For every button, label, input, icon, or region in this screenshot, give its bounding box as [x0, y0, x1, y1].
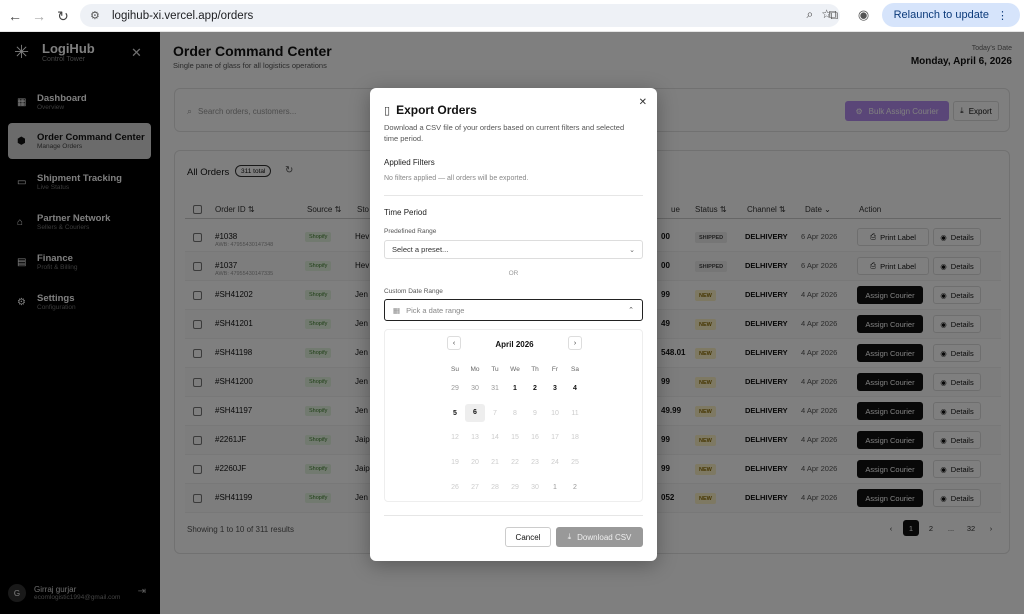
calendar-day[interactable]: 2 [565, 484, 585, 491]
calendar-day[interactable]: 4 [565, 385, 585, 392]
calendar-day[interactable]: 26 [445, 484, 465, 491]
calendar-week: 26 27 28 29 30 1 2 [445, 475, 585, 500]
preset-select[interactable]: Select a preset... ⌄ [384, 240, 643, 259]
calendar-day[interactable]: 5 [445, 410, 465, 417]
chevron-up-icon: ⌃ [628, 307, 634, 314]
calendar-day[interactable]: 30 [525, 484, 545, 491]
calendar-day[interactable]: 19 [445, 459, 465, 466]
weekday-label: Tu [491, 365, 499, 373]
calendar-day[interactable]: 25 [565, 459, 585, 466]
download-icon: ⤓ [567, 532, 572, 541]
reload-icon[interactable]: ↻ [50, 3, 76, 29]
browser-toolbar: ← → ↻ ⚙ logihub-xi.vercel.app/orders ⌕ ☆… [0, 0, 1024, 32]
calendar-day[interactable]: 28 [485, 484, 505, 491]
calendar-day[interactable]: 9 [525, 410, 545, 417]
calendar-day[interactable]: 11 [565, 410, 585, 417]
cancel-button[interactable]: Cancel [505, 527, 551, 547]
weekday-label: Mo [470, 365, 480, 373]
calendar-day[interactable]: 7 [485, 410, 505, 417]
more-menu-icon: ⋮ [997, 9, 1008, 22]
close-icon[interactable]: ✕ [639, 97, 647, 108]
calendar-day[interactable]: 27 [465, 484, 485, 491]
divider [384, 195, 643, 196]
back-icon[interactable]: ← [2, 3, 28, 29]
calendar-day[interactable]: 18 [565, 434, 585, 441]
file-icon: ▯ [384, 104, 391, 117]
date-range-placeholder: Pick a date range [406, 305, 465, 315]
calendar-day[interactable]: 13 [465, 434, 485, 441]
forward-icon[interactable]: → [26, 3, 52, 29]
weekday-label: Th [531, 365, 539, 373]
calendar-week: 29 30 31 1 2 3 4 [445, 376, 585, 401]
preset-placeholder: Select a preset... [392, 245, 449, 254]
divider [384, 515, 643, 516]
calendar-day[interactable]: 22 [505, 459, 525, 466]
calendar-day[interactable]: 31 [485, 385, 505, 392]
relaunch-button[interactable]: Relaunch to update ⋮ [881, 3, 1020, 27]
calendar-icon: ▦ [393, 305, 401, 315]
download-csv-button[interactable]: ⤓ Download CSV [556, 527, 643, 547]
custom-range-label: Custom Date Range [384, 288, 443, 295]
relaunch-label: Relaunch to update [893, 9, 989, 21]
extensions-icon[interactable]: ⧉ [822, 3, 846, 27]
applied-filters-label: Applied Filters [384, 158, 435, 167]
calendar-day[interactable]: 20 [465, 459, 485, 466]
calendar-day[interactable]: 24 [545, 459, 565, 466]
calendar-day[interactable]: 21 [485, 459, 505, 466]
calendar-day[interactable]: 23 [525, 459, 545, 466]
next-month-icon[interactable]: › [568, 336, 582, 350]
applied-filters-note: No filters applied — all orders will be … [384, 175, 529, 182]
calendar-day[interactable]: 16 [525, 434, 545, 441]
date-range-picker[interactable]: ▦ Pick a date range ⌃ [384, 299, 643, 321]
url-text: logihub-xi.vercel.app/orders [112, 9, 254, 22]
profile-icon[interactable]: ◉ [852, 3, 876, 27]
calendar-day[interactable]: 17 [545, 434, 565, 441]
calendar-day[interactable]: 15 [505, 434, 525, 441]
calendar-week: 12 13 14 15 16 17 18 [445, 425, 585, 450]
calendar-grid: Su Mo Tu We Th Fr Sa 29 30 31 1 2 3 4 5 6 7 8 9 10 11 12 13 14 1… [445, 362, 585, 499]
calendar-week: 19 20 21 22 23 24 25 [445, 450, 585, 475]
weekday-label: Sa [571, 365, 579, 373]
calendar-popover: ‹ April 2026 › Su Mo Tu We Th Fr Sa 29 30 31 1 2 3 4 5… [384, 329, 643, 502]
dialog-description: Download a CSV file of your orders based… [384, 123, 625, 143]
calendar-day[interactable]: 6 [465, 404, 485, 423]
chevron-down-icon: ⌄ [629, 246, 635, 254]
calendar-day[interactable]: 12 [445, 434, 465, 441]
calendar-day[interactable]: 29 [445, 385, 465, 392]
calendar-month: April 2026 [495, 340, 534, 349]
zoom-icon[interactable]: ⌕ [807, 7, 814, 22]
time-period-label: Time Period [384, 208, 427, 217]
address-bar[interactable]: ⚙ logihub-xi.vercel.app/orders ⌕ ☆ [80, 4, 840, 27]
calendar-day[interactable]: 3 [545, 385, 565, 392]
calendar-week: 5 6 7 8 9 10 11 [445, 401, 585, 426]
calendar-day[interactable]: 2 [525, 385, 545, 392]
weekday-label: Fr [551, 365, 559, 373]
weekday-label: Su [451, 365, 459, 373]
download-csv-label: Download CSV [577, 532, 632, 542]
export-orders-dialog: ✕ ▯ Export Orders Download a CSV file of… [370, 88, 657, 561]
dialog-title: Export Orders [396, 103, 477, 117]
predefined-range-label: Predefined Range [384, 228, 437, 235]
calendar-day[interactable]: 14 [485, 434, 505, 441]
or-separator: OR [508, 270, 519, 277]
calendar-day[interactable]: 10 [545, 410, 565, 417]
calendar-day[interactable]: 8 [505, 410, 525, 417]
weekday-label: We [510, 365, 520, 373]
site-info-icon[interactable]: ⚙ [90, 9, 104, 23]
calendar-day[interactable]: 29 [505, 484, 525, 491]
calendar-day[interactable]: 30 [465, 385, 485, 392]
calendar-day[interactable]: 1 [505, 385, 525, 392]
calendar-day[interactable]: 1 [545, 484, 565, 491]
